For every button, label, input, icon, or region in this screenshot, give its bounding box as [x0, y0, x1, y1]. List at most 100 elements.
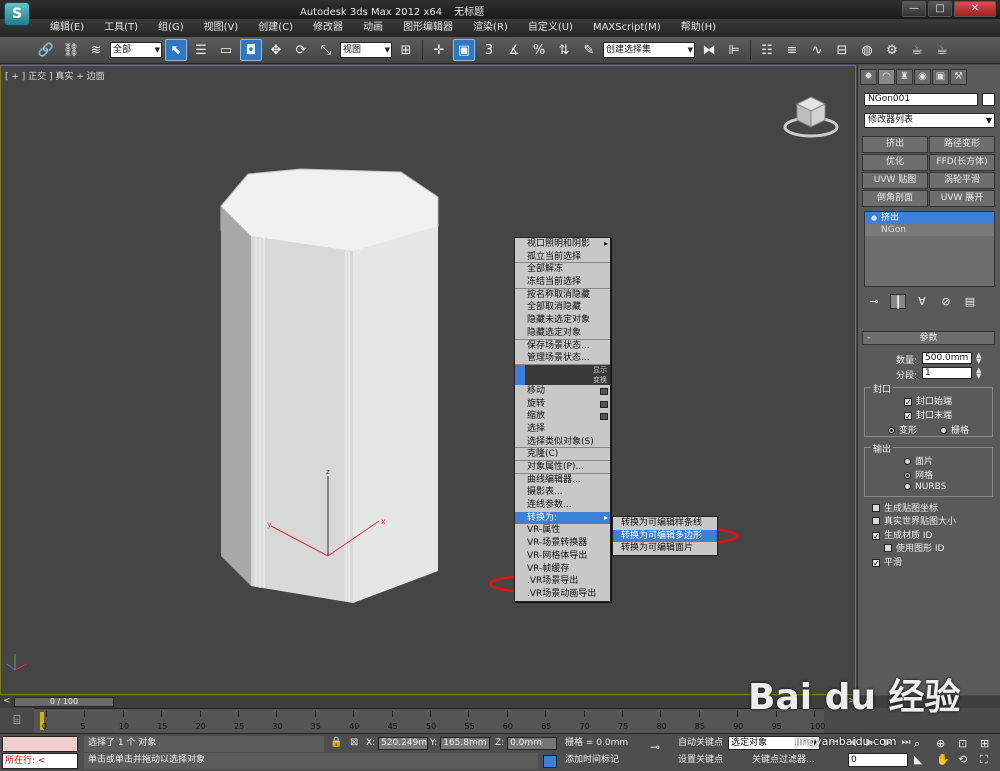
modifier-list-dropdown[interactable]: 修改器列表 [864, 113, 995, 128]
unlink-icon[interactable]: ⛓ [60, 39, 82, 61]
gen-map-coords-checkbox[interactable]: 生成贴图坐标 [872, 501, 938, 514]
show-end-result-icon[interactable]: ┃ [890, 294, 906, 309]
menu-views[interactable]: 视图(V) [194, 19, 249, 37]
menu-unfreeze-all[interactable]: 全部解冻 [515, 263, 610, 276]
edit-named-icon[interactable]: ✎ [578, 39, 600, 61]
align-icon[interactable]: ⊫ [723, 39, 745, 61]
key-icon[interactable]: ⊸ [650, 740, 660, 754]
menu-modifiers[interactable]: 修改器 [303, 19, 353, 37]
window-crossing-icon[interactable]: ◘ [240, 39, 262, 61]
menu-vr-scene-converter[interactable]: VR-场景转换器 [515, 537, 610, 550]
perspective-viewport[interactable]: [ + ] 正交 ] 真实 + 边面 y z x [0, 65, 856, 695]
extrude-modifier-button[interactable]: 挤出 [862, 136, 928, 153]
select-by-name-icon[interactable]: ☰ [190, 39, 212, 61]
unwrap-uvw-modifier-button[interactable]: UVW 展开 [929, 190, 995, 207]
auto-key-button[interactable]: 自动关键点 [678, 736, 723, 750]
layer-manager-icon[interactable]: ≡ [781, 39, 803, 61]
current-frame-field[interactable]: 0 [848, 753, 908, 767]
fov-icon[interactable]: ◣ [914, 753, 934, 767]
real-world-map-checkbox[interactable]: 真实世界贴图大小 [872, 514, 956, 527]
render-frame-icon[interactable]: ☕ [906, 39, 928, 61]
time-slider-thumb[interactable]: 0 / 100 [14, 697, 114, 707]
optimize-modifier-button[interactable]: 优化 [862, 154, 928, 171]
selection-filter-dropdown[interactable]: 全部 [110, 42, 162, 58]
render-icon[interactable]: ☕ [931, 39, 953, 61]
pivot-icon[interactable]: ⊞ [395, 39, 417, 61]
menu-manage-scene-states[interactable]: 管理场景状态... [515, 352, 610, 365]
set-key-button[interactable]: 设置关键点 [678, 753, 723, 767]
menu-move[interactable]: 移动 [515, 385, 610, 398]
add-time-tag[interactable]: 添加时间标记 [565, 753, 619, 767]
ffd-box-modifier-button[interactable]: FFD(长方体) [929, 154, 995, 171]
render-setup-icon[interactable]: ⚙ [881, 39, 903, 61]
link-icon[interactable]: 🔗 [35, 39, 57, 61]
object-name-field[interactable]: NGon001 [864, 93, 978, 106]
rect-region-icon[interactable]: ▭ [215, 39, 237, 61]
uvw-map-modifier-button[interactable]: UVW 贴图 [862, 172, 928, 189]
menu-hide-selection[interactable]: 隐藏选定对象 [515, 327, 610, 340]
curve-editor-icon[interactable]: ∿ [806, 39, 828, 61]
menu-customize[interactable]: 自定义(U) [518, 19, 583, 37]
path-deform-modifier-button[interactable]: 路径变形 [929, 136, 995, 153]
orbit-icon[interactable]: ⟲ [958, 753, 978, 767]
x-field[interactable]: 520.249m [378, 737, 429, 750]
time-tag-icon[interactable] [543, 755, 557, 768]
menu-freeze-selection[interactable]: 冻结当前选择 [515, 276, 610, 289]
menu-group[interactable]: 组(G) [148, 19, 194, 37]
absolute-mode-icon[interactable]: ⊠ [350, 737, 358, 748]
menu-convert-editable-patch[interactable]: 转换为可编辑面片 [613, 542, 717, 555]
menu-maxscript[interactable]: MAXScript(M) [583, 19, 671, 37]
select-icon[interactable]: ⬉ [165, 39, 187, 61]
menu-clone[interactable]: 克隆(C) [515, 448, 610, 461]
menu-wire-parameters[interactable]: 连线参数... [515, 499, 610, 512]
menu-rotate[interactable]: 旋转 [515, 398, 610, 411]
configure-sets-icon[interactable]: ▤ [962, 294, 978, 309]
y-field[interactable]: 165.8mm [440, 737, 491, 750]
menu-object-properties[interactable]: 对象属性(P)... [515, 461, 610, 474]
manipulate-icon[interactable]: ✛ [428, 39, 450, 61]
cap-start-checkbox[interactable]: ✓ 封口始端 [904, 394, 952, 407]
amount-field[interactable]: 500.0mm [922, 352, 972, 364]
morph-radio[interactable]: 变形 [888, 423, 917, 436]
menu-graph-editors[interactable]: 图形编辑器 [393, 19, 463, 37]
hierarchy-tab-icon[interactable]: ♜ [896, 69, 913, 85]
zoom-all-icon[interactable]: ⊕ [936, 737, 956, 751]
menu-curve-editor[interactable]: 曲线编辑器... [515, 474, 610, 487]
cap-end-checkbox[interactable]: ✓ 封口末端 [904, 408, 952, 421]
rotate-icon[interactable]: ⟳ [290, 39, 312, 61]
mirror-icon[interactable]: ⧓ [698, 39, 720, 61]
maxscript-listener[interactable] [2, 736, 78, 752]
ref-coord-dropdown[interactable]: 视图 [340, 42, 392, 58]
menu-dope-sheet[interactable]: 摄影表... [515, 486, 610, 499]
prism-right-face[interactable] [353, 226, 438, 603]
menu-vr-mesh-export[interactable]: VR-网格体导出 [515, 550, 610, 563]
make-unique-icon[interactable]: ∀ [914, 294, 930, 309]
pin-stack-icon[interactable]: ⊸ [866, 294, 882, 309]
schematic-icon[interactable]: ⊟ [831, 39, 853, 61]
material-editor-icon[interactable]: ◍ [856, 39, 878, 61]
snap-icon[interactable]: 3 [478, 39, 500, 61]
menu-hide-unselected[interactable]: 隐藏未选定对象 [515, 314, 610, 327]
object-color-swatch[interactable] [982, 93, 995, 106]
segments-field[interactable]: 1 [922, 367, 972, 379]
menu-convert-editable-poly[interactable]: 转换为可编辑多边形 [613, 529, 717, 543]
display-tab-icon[interactable]: ▣ [932, 69, 949, 85]
zoom-icon[interactable]: ⌕ [914, 737, 934, 751]
gen-mat-ids-checkbox[interactable]: ✓ 生成材质 ID [872, 528, 932, 541]
menu-animation[interactable]: 动画 [353, 19, 393, 37]
zoom-extents-icon[interactable]: ⊡ [958, 737, 978, 751]
menu-viewport-lighting[interactable]: 视口照明和阴影 [515, 238, 610, 251]
pan-icon[interactable]: ✋ [936, 753, 956, 767]
utilities-tab-icon[interactable]: ⚒ [950, 69, 967, 85]
scale-icon[interactable]: ⤡ [315, 39, 337, 61]
stack-item-ngon[interactable]: NGon [865, 224, 994, 236]
menu-convert-to[interactable]: 转换为: [515, 511, 610, 525]
output-patch-radio[interactable]: 面片 [904, 454, 933, 467]
menu-vr-properties[interactable]: VR-属性 [515, 524, 610, 537]
menu-unhide-by-name[interactable]: 按名称取消隐藏 [515, 289, 610, 302]
menu-edit[interactable]: 编辑(E) [40, 19, 94, 37]
app-logo-icon[interactable]: S [4, 2, 30, 26]
use-shape-ids-checkbox[interactable]: 使用图形 ID [884, 541, 944, 554]
turbosmooth-modifier-button[interactable]: 涡轮平滑 [929, 172, 995, 189]
layer-icon[interactable]: ☷ [756, 39, 778, 61]
